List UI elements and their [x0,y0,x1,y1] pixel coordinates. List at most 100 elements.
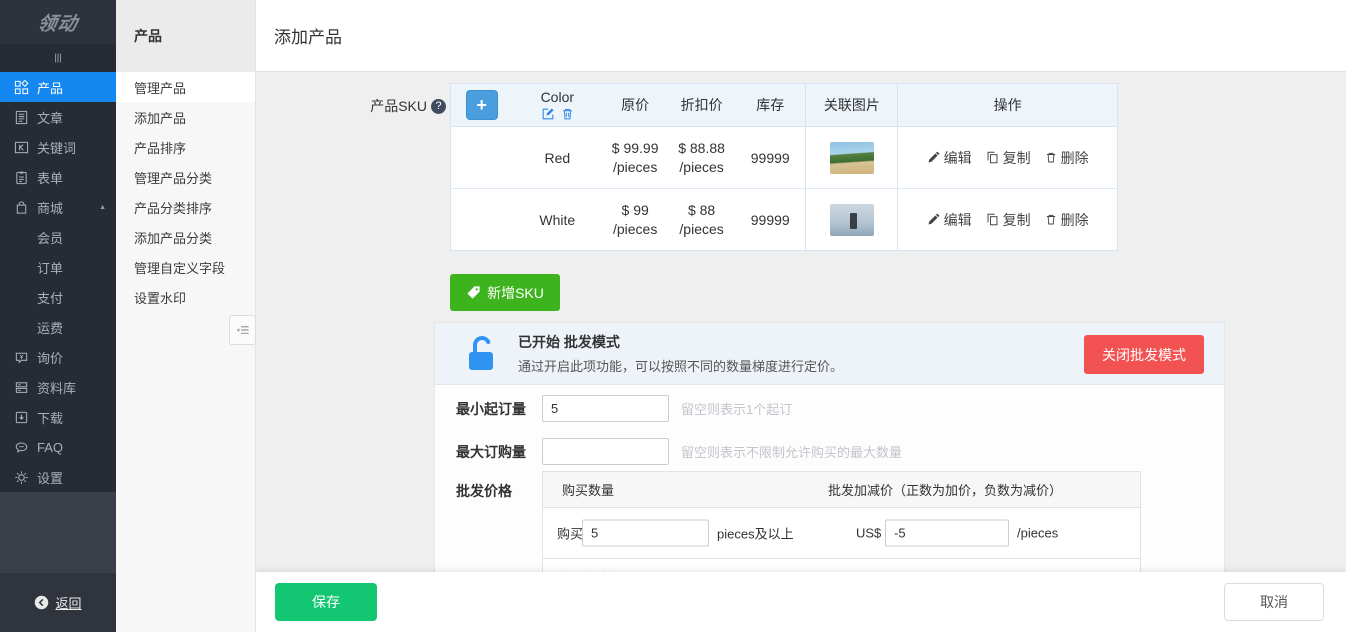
main-content: 添加产品 产品SKU ? + Color 原价 折扣价 [256,0,1346,632]
sku-discount-price-header: 折扣价 [668,84,735,127]
sku-discount-price-value: $ 88 /pieces [668,189,735,251]
sku-label-text: 产品SKU [370,96,427,116]
submenu-item-manage-categories[interactable]: 管理产品分类 [116,162,255,192]
sidebar-collapse-button[interactable] [0,44,116,72]
sidebar-item-payment[interactable]: 支付 [0,282,116,312]
sku-stock-value: 99999 [735,189,806,251]
sidebar-item-label: 会员 [37,228,63,247]
k-square-icon [14,140,29,155]
sidebar-item-download[interactable]: 下载 [0,402,116,432]
submenu-item-product-sort[interactable]: 产品排序 [116,132,255,162]
sidebar-item-faq[interactable]: FAQ [0,432,116,462]
sku-actions-cell: 编辑 复制 删除 [898,189,1118,251]
sidebar-item-label: 商城 [37,198,63,217]
submenu-item-add-category[interactable]: 添加产品分类 [116,222,255,252]
back-link[interactable]: 返回 [0,573,116,632]
back-link-label: 返回 [55,593,81,612]
row-delete-label: 删除 [1061,210,1089,230]
sidebar-item-forms[interactable]: 表单 [0,162,116,192]
sidebar-item-library[interactable]: 资料库 [0,372,116,402]
edit-square-icon[interactable] [541,107,555,121]
close-wholesale-button[interactable]: 关闭批发模式 [1084,335,1204,374]
sidebar-item-orders[interactable]: 订单 [0,252,116,282]
unlocked-padlock-icon [466,335,496,373]
row-edit-link[interactable]: 编辑 [927,210,972,230]
sidebar-spacer [0,492,116,573]
wholesale-status-description: 通过开启此项功能，可以按照不同的数量梯度进行定价。 [518,356,843,375]
add-sku-button[interactable]: 新增SKU [450,274,560,311]
row-copy-link[interactable]: 复制 [986,210,1031,230]
submenu-item-manage-products[interactable]: 管理产品 [116,72,255,102]
sku-actions-cell: 编辑 复制 删除 [898,127,1118,189]
sidebar-item-label: 资料库 [37,378,76,397]
triangle-up-icon: ▲ [99,204,106,211]
pencil-icon [927,151,940,164]
main-sidebar: 领动 产品 文章 关键词 表单 商城 ▲ 会员 订单 [0,0,116,632]
wholesale-adjust-input[interactable] [885,520,1009,547]
sidebar-item-label: 订单 [37,258,63,277]
page-title: 添加产品 [274,23,342,48]
clipboard-icon [14,170,29,185]
submenu-item-add-product[interactable]: 添加产品 [116,102,255,132]
min-order-field: 最小起订量 留空则表示1个起订 [456,395,792,422]
wholesale-price-label: 批发价格 [456,481,512,501]
gear-icon [14,470,29,485]
row-edit-label: 编辑 [944,148,972,168]
price-unit: /pieces [668,220,735,239]
sku-thumbnail-phone[interactable] [830,204,874,236]
wholesale-status-texts: 已开始 批发模式 通过开启此项功能，可以按照不同的数量梯度进行定价。 [518,332,843,375]
row-copy-link[interactable]: 复制 [986,148,1031,168]
sku-color-column-header: Color [512,84,602,127]
save-button[interactable]: 保存 [275,583,377,621]
trash-icon [1045,151,1057,164]
sidebar-item-inquiry[interactable]: 询价 [0,342,116,372]
submenu-item-custom-fields[interactable]: 管理自定义字段 [116,252,255,282]
price-chat-icon [14,350,29,365]
max-order-field: 最大订购量 留空则表示不限制允许购买的最大数量 [456,438,902,465]
min-order-input[interactable] [542,395,669,422]
wholesale-price-row: 购买 pieces及以上 US$ /pieces [543,508,1140,558]
sku-original-price-value: $ 99 /pieces [602,189,668,251]
sku-image-header: 关联图片 [806,84,898,127]
sidebar-item-label: 文章 [37,108,63,127]
sidebar-item-mall[interactable]: 商城 ▲ [0,192,116,222]
qty-prefix-label: 购买 [557,524,583,543]
price-unit: /pieces [602,158,668,177]
row-delete-link[interactable]: 删除 [1045,148,1089,168]
price-amount: $ 88.88 [668,139,735,158]
trash-icon[interactable] [561,107,574,121]
sidebar-item-shipping[interactable]: 运费 [0,312,116,342]
trash-icon [1045,213,1057,226]
max-order-input[interactable] [542,438,669,465]
sku-image-cell [806,189,898,251]
submenu-item-category-sort[interactable]: 产品分类排序 [116,192,255,222]
qty-suffix-label: pieces及以上 [717,524,794,543]
add-attribute-button[interactable]: + [466,90,498,120]
submenu-item-watermark[interactable]: 设置水印 [116,282,255,312]
collapse-panel-icon [235,323,250,338]
sku-actions-header: 操作 [898,84,1118,127]
price-amount: $ 99 [602,201,668,220]
shopping-bag-icon [14,200,29,215]
sku-table-row: White $ 99 /pieces $ 88 /pieces 99999 编辑… [451,189,1118,251]
wholesale-qty-input[interactable] [582,520,709,547]
row-edit-link[interactable]: 编辑 [927,148,972,168]
submenu-collapse-button[interactable] [229,315,256,345]
sku-color-value: Red [512,127,602,189]
sku-row-spacer-cell [451,189,513,251]
currency-label: US$ [856,526,881,541]
sidebar-item-keywords[interactable]: 关键词 [0,132,116,162]
sidebar-item-settings[interactable]: 设置 [0,462,116,492]
cancel-button[interactable]: 取消 [1224,583,1324,621]
sku-image-cell [806,127,898,189]
sidebar-item-members[interactable]: 会员 [0,222,116,252]
sku-thumbnail-beach[interactable] [830,142,874,174]
question-circle-icon[interactable]: ? [431,99,446,114]
sidebar-item-articles[interactable]: 文章 [0,102,116,132]
brand-logo: 领动 [0,0,116,44]
sidebar-item-products[interactable]: 产品 [0,72,116,102]
row-copy-label: 复制 [1003,210,1031,230]
row-delete-link[interactable]: 删除 [1045,210,1089,230]
sku-table-header-row: + Color 原价 折扣价 库存 关联图片 操作 [451,84,1118,127]
color-column-label: Color [512,89,602,105]
